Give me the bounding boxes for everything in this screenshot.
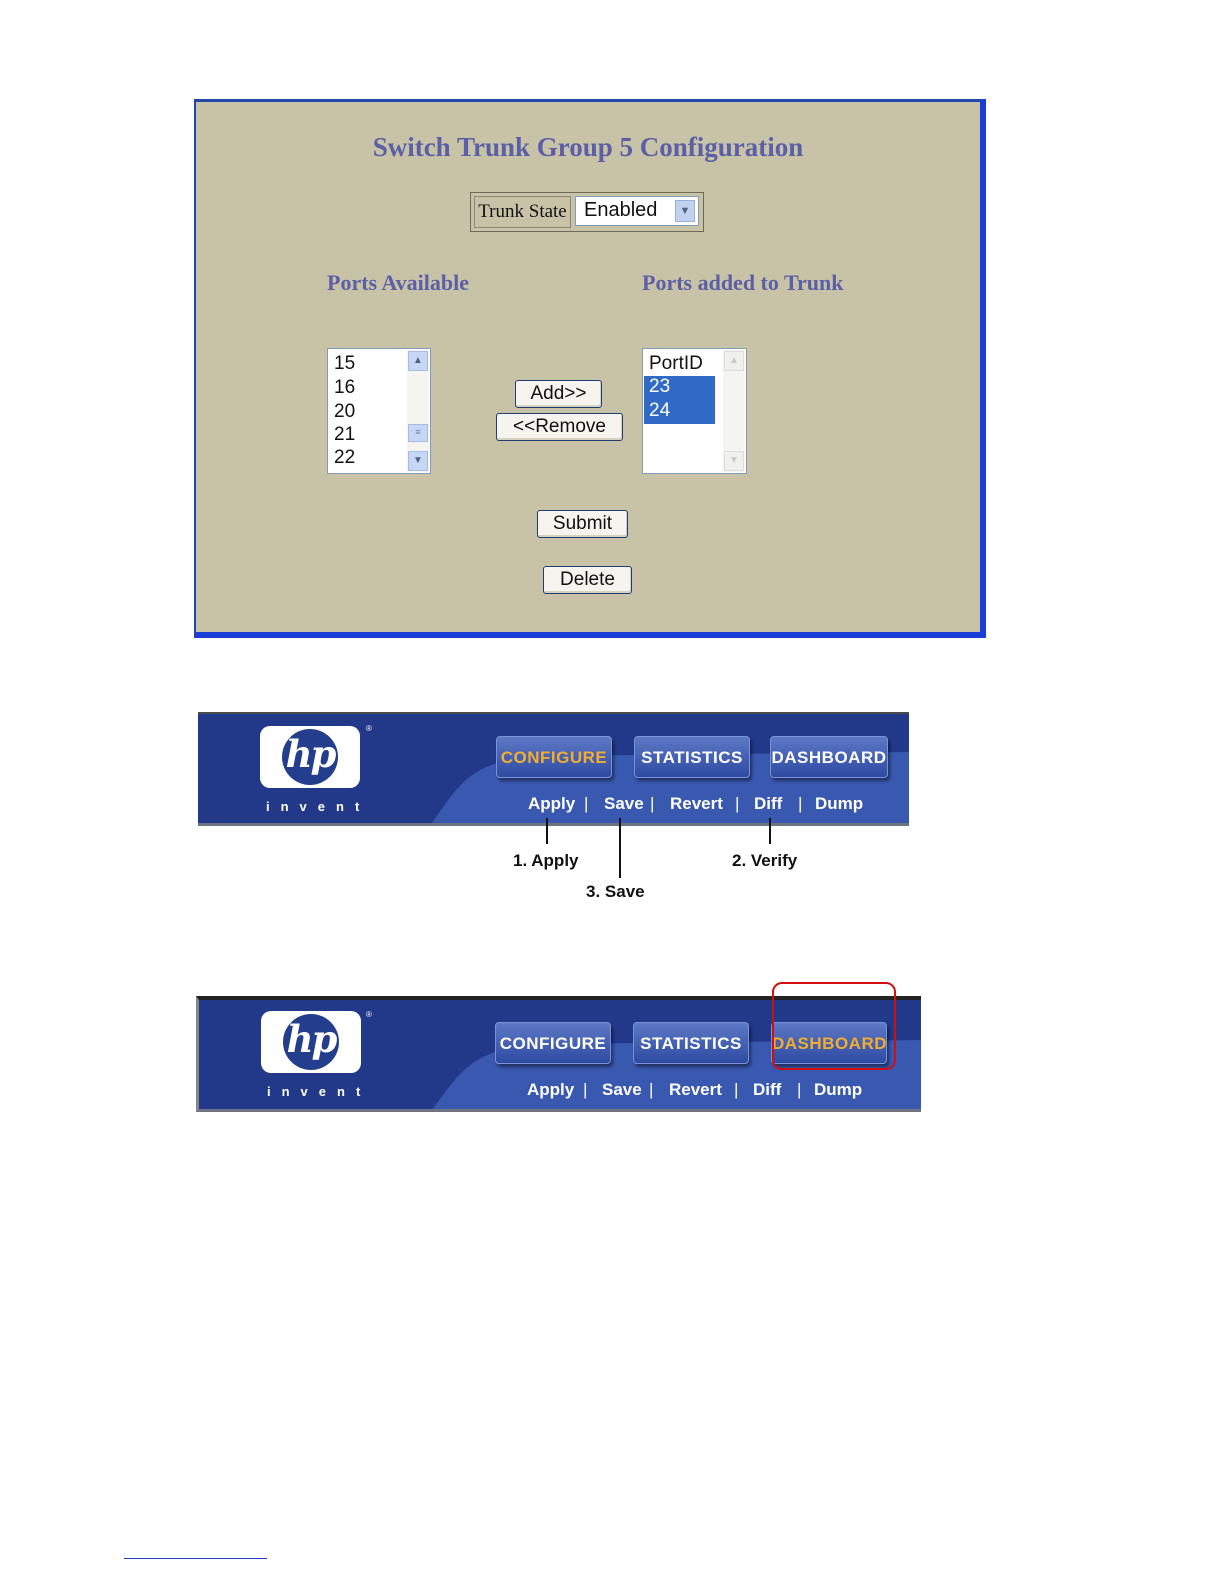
list-item[interactable]: 21 <box>334 424 355 446</box>
dump-link[interactable]: Dump <box>815 794 863 814</box>
scroll-thumb[interactable]: ≡ <box>408 424 428 442</box>
callout-line-verify <box>769 818 771 844</box>
dashboard-highlight-box <box>772 982 896 1070</box>
tab-statistics[interactable]: STATISTICS <box>633 1022 749 1064</box>
separator: | <box>797 1080 802 1099</box>
ports-added-list[interactable]: PortID 23 24 ▲ ▼ <box>642 348 747 474</box>
tab-configure[interactable]: CONFIGURE <box>496 736 612 778</box>
separator: | <box>735 794 740 813</box>
trunk-state-row: Trunk State Enabled ▼ <box>470 192 704 232</box>
callout-apply: 1. Apply <box>513 851 579 870</box>
remove-button[interactable]: <<Remove <box>496 413 623 441</box>
tab-dashboard[interactable]: DASHBOARD <box>770 736 888 778</box>
hp-logo: hp <box>260 726 360 788</box>
list-item[interactable]: 15 <box>334 353 355 375</box>
trunk-state-select[interactable]: Enabled ▼ <box>575 196 699 226</box>
revert-link[interactable]: Revert <box>670 794 723 814</box>
tab-configure[interactable]: CONFIGURE <box>495 1022 611 1064</box>
page-title: Switch Trunk Group 5 Configuration <box>372 132 804 162</box>
trunk-config-panel: Switch Trunk Group 5 Configuration Trunk… <box>194 99 986 638</box>
callout-line-apply <box>546 818 548 844</box>
save-link[interactable]: Save <box>604 794 644 814</box>
list-item[interactable]: 16 <box>334 377 355 399</box>
add-button[interactable]: Add>> <box>515 380 602 408</box>
hp-tagline: invent <box>266 799 371 814</box>
save-link[interactable]: Save <box>602 1080 642 1100</box>
list-item[interactable]: 24 <box>644 400 715 424</box>
ports-added-heading: Ports added to Trunk <box>642 270 844 295</box>
separator: | <box>583 1080 588 1099</box>
list-item[interactable]: 23 <box>644 376 715 400</box>
separator: | <box>584 794 589 813</box>
trunk-state-value: Enabled <box>584 199 658 221</box>
registered-icon: ® <box>366 1010 372 1019</box>
separator: | <box>734 1080 739 1099</box>
tab-statistics[interactable]: STATISTICS <box>634 736 750 778</box>
hp-nav-bar: hp ® invent CONFIGURE STATISTICS DASHBOA… <box>198 712 909 826</box>
scrollbar[interactable]: ▲ ▼ <box>723 350 745 472</box>
hp-logo: hp <box>261 1011 361 1073</box>
hp-logo-letters: hp <box>286 1017 338 1061</box>
scroll-down-icon[interactable]: ▼ <box>408 451 428 471</box>
separator: | <box>650 794 655 813</box>
diff-link[interactable]: Diff <box>754 794 782 814</box>
list-item[interactable]: 22 <box>334 447 355 469</box>
callout-save: 3. Save <box>586 882 645 901</box>
revert-link[interactable]: Revert <box>669 1080 722 1100</box>
callout-verify: 2. Verify <box>732 851 798 870</box>
separator: | <box>798 794 803 813</box>
submit-button[interactable]: Submit <box>537 510 628 538</box>
separator: | <box>649 1080 654 1099</box>
registered-icon: ® <box>366 724 372 733</box>
dump-link[interactable]: Dump <box>814 1080 862 1100</box>
scroll-down-icon: ▼ <box>724 451 744 471</box>
list-item[interactable]: 20 <box>334 401 355 423</box>
diff-link[interactable]: Diff <box>753 1080 781 1100</box>
scrollbar[interactable]: ▲ ≡ ▼ <box>407 350 429 472</box>
scroll-up-icon: ▲ <box>724 351 744 371</box>
ports-available-heading: Ports Available <box>327 270 469 295</box>
trunk-state-label: Trunk State <box>474 196 571 228</box>
callout-line-save <box>619 818 621 878</box>
hp-logo-letters: hp <box>285 732 337 776</box>
footnote-rule <box>124 1558 267 1559</box>
delete-button[interactable]: Delete <box>543 566 632 594</box>
hp-tagline: invent <box>267 1084 372 1099</box>
chevron-down-icon[interactable]: ▼ <box>675 200 695 222</box>
list-header: PortID <box>649 353 703 374</box>
ports-available-list[interactable]: 15 16 20 21 22 ▲ ≡ ▼ <box>327 348 431 474</box>
scroll-up-icon[interactable]: ▲ <box>408 351 428 371</box>
apply-link[interactable]: Apply <box>527 1080 574 1100</box>
apply-link[interactable]: Apply <box>528 794 575 814</box>
